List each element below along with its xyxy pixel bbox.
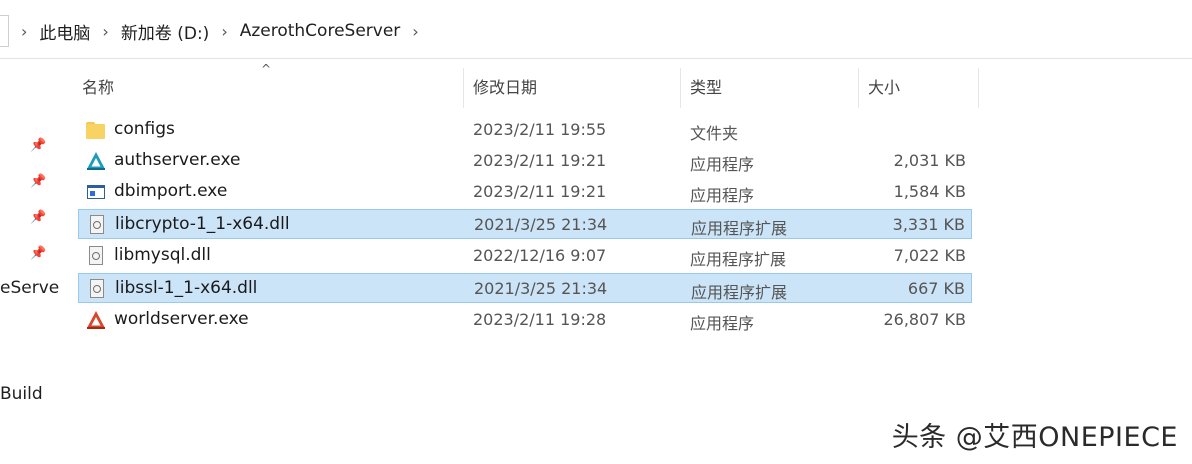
file-row-worldserver[interactable]: worldserver.exe 2023/2/11 19:28 应用程序 26,…	[78, 305, 972, 335]
file-name: libcrypto-1_1-x64.dll	[115, 214, 290, 234]
file-date: 2023/2/11 19:21	[473, 151, 607, 170]
column-divider[interactable]	[463, 68, 464, 108]
navigation-pane: 📌 📌 📌 📌 eServe Build	[0, 60, 60, 464]
column-header-type[interactable]: 类型	[690, 74, 722, 98]
chevron-right-icon[interactable]: ›	[221, 22, 227, 41]
address-bar[interactable]: › 此电脑 › 新加卷 (D:) › AzerothCoreServer ›	[0, 0, 1192, 59]
column-header-row: ^ 名称 修改日期 类型 大小	[78, 60, 979, 112]
nav-item-build-partial[interactable]: Build	[0, 384, 43, 404]
column-header-date[interactable]: 修改日期	[473, 74, 537, 98]
file-type: 文件夹	[690, 124, 739, 143]
file-size: 2,031 KB	[893, 151, 966, 170]
chevron-right-icon[interactable]: ›	[21, 22, 27, 41]
file-name: worldserver.exe	[114, 309, 249, 329]
file-row-authserver[interactable]: authserver.exe 2023/2/11 19:21 应用程序 2,03…	[78, 146, 972, 176]
file-date: 2023/2/11 19:55	[473, 120, 607, 139]
file-name: dbimport.exe	[114, 181, 228, 201]
file-type: 应用程序扩展	[690, 250, 787, 269]
dll-icon	[87, 215, 107, 235]
file-size: 667 KB	[907, 279, 965, 298]
app-window-icon	[86, 182, 106, 202]
breadcrumb-this-pc[interactable]: 此电脑	[39, 19, 90, 44]
folder-icon	[86, 120, 106, 140]
file-size: 1,584 KB	[893, 182, 966, 201]
file-date: 2022/12/16 9:07	[473, 246, 607, 265]
file-size: 26,807 KB	[883, 310, 966, 329]
column-header-name[interactable]: 名称	[82, 74, 114, 98]
column-divider[interactable]	[858, 68, 859, 108]
pin-icon[interactable]: 📌	[30, 138, 46, 154]
file-type: 应用程序扩展	[691, 283, 788, 302]
breadcrumb-folder[interactable]: AzerothCoreServer	[240, 21, 401, 41]
breadcrumb-drive-d[interactable]: 新加卷 (D:)	[121, 19, 210, 44]
address-bar-left-edge	[0, 15, 9, 47]
file-date: 2021/3/25 21:34	[474, 215, 608, 234]
file-row-dbimport[interactable]: dbimport.exe 2023/2/11 19:21 应用程序 1,584 …	[78, 177, 972, 207]
nav-item-server-partial[interactable]: eServe	[0, 278, 59, 298]
sort-ascending-icon: ^	[261, 62, 272, 76]
pin-icon[interactable]: 📌	[30, 246, 46, 262]
column-divider[interactable]	[680, 68, 681, 108]
file-name: libssl-1_1-x64.dll	[115, 278, 258, 298]
column-divider[interactable]	[978, 68, 979, 108]
file-size: 3,331 KB	[892, 215, 965, 234]
dll-icon	[87, 279, 107, 299]
file-type: 应用程序	[690, 314, 755, 333]
column-header-size[interactable]: 大小	[868, 74, 900, 98]
file-type: 应用程序	[690, 186, 755, 205]
file-name: configs	[114, 119, 175, 139]
chevron-right-icon[interactable]: ›	[102, 22, 108, 41]
file-type: 应用程序扩展	[691, 219, 788, 238]
worldserver-icon	[86, 310, 106, 330]
file-row-libcrypto[interactable]: libcrypto-1_1-x64.dll 2021/3/25 21:34 应用…	[78, 209, 972, 239]
file-row-libssl[interactable]: libssl-1_1-x64.dll 2021/3/25 21:34 应用程序扩…	[78, 273, 972, 303]
file-date: 2023/2/11 19:28	[473, 310, 607, 329]
file-row-configs[interactable]: configs 2023/2/11 19:55 文件夹	[78, 115, 972, 145]
file-date: 2021/3/25 21:34	[474, 279, 608, 298]
file-type: 应用程序	[690, 155, 755, 174]
dll-icon	[86, 246, 106, 266]
watermark: 头条 @艾西ONEPIECE	[891, 422, 1178, 453]
pin-icon[interactable]: 📌	[30, 210, 46, 226]
file-name: libmysql.dll	[114, 245, 211, 265]
pin-icon[interactable]: 📌	[30, 174, 46, 190]
file-size: 7,022 KB	[893, 246, 966, 265]
chevron-right-icon[interactable]: ›	[412, 22, 418, 41]
file-date: 2023/2/11 19:21	[473, 182, 607, 201]
file-list: ^ 名称 修改日期 类型 大小 configs 2023/2/11 19:55 …	[78, 60, 979, 333]
file-row-libmysql[interactable]: libmysql.dll 2022/12/16 9:07 应用程序扩展 7,02…	[78, 241, 972, 271]
authserver-icon	[86, 151, 106, 171]
breadcrumb: › 此电脑 › 新加卷 (D:) › AzerothCoreServer ›	[0, 14, 423, 48]
file-name: authserver.exe	[114, 150, 241, 170]
